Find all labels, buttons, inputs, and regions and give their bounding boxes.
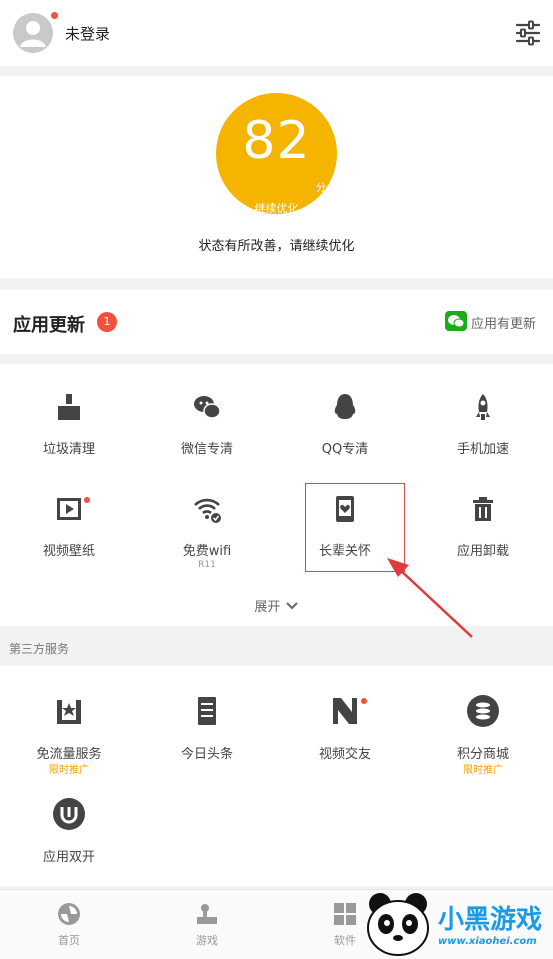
- chevron-down-icon: [285, 602, 298, 610]
- broom-icon: [58, 394, 80, 420]
- section-header: 第三方服务: [0, 628, 553, 666]
- trash-icon: [473, 497, 493, 521]
- tool-label: 手机加速: [456, 442, 509, 457]
- nav-games[interactable]: 游戏: [138, 890, 276, 959]
- site-watermark: 小黑游戏 www.xiaohei.com: [358, 890, 553, 959]
- score-subtitle: 继续优化: [254, 202, 299, 215]
- service-label: 积分商城: [456, 747, 509, 762]
- score-circle[interactable]: 82 分 继续优化: [216, 93, 337, 215]
- apps-icon: [334, 903, 356, 925]
- status-message: 状态有所改善，请继续优化: [198, 239, 355, 254]
- avatar[interactable]: [13, 13, 53, 53]
- wifi-ssid: R11: [198, 560, 216, 570]
- login-status[interactable]: 未登录: [65, 23, 110, 44]
- game-icon: [197, 904, 217, 924]
- tool-label: QQ专清: [321, 442, 369, 457]
- watermark-brand: 小黑游戏: [438, 905, 543, 935]
- update-status-text: 应用有更新: [471, 317, 537, 332]
- tool-label: 视频壁纸: [42, 544, 95, 559]
- tool-label: 微信专清: [180, 442, 233, 457]
- update-title: 应用更新: [13, 315, 85, 336]
- news-icon: [198, 697, 216, 725]
- service-points-mall[interactable]: 积分商城 限时推广: [414, 666, 552, 776]
- video-dating-icon: [333, 698, 357, 724]
- service-label: 免流量服务: [36, 747, 102, 762]
- tool-free-wifi[interactable]: 免费wifi R11: [138, 466, 276, 570]
- wifi-icon: [194, 498, 221, 523]
- new-dot: [361, 698, 367, 704]
- promo-tag: 限时推广: [463, 765, 503, 776]
- app-update-row[interactable]: 应用更新 1 应用有更新: [0, 290, 553, 354]
- panda-mascot-icon: [367, 893, 429, 956]
- wechat-icon: [194, 396, 221, 419]
- free-data-icon: [57, 700, 81, 724]
- wechat-icon: [445, 311, 467, 331]
- tool-junk-clean[interactable]: 垃圾清理: [0, 364, 138, 457]
- update-count-badge: 1: [97, 312, 117, 332]
- tool-video-wallpaper[interactable]: 视频壁纸: [0, 466, 138, 559]
- sliders-icon: [515, 20, 541, 46]
- score-value: 82: [242, 111, 311, 171]
- tool-label: 垃圾清理: [42, 442, 95, 457]
- tools-grid: 垃圾清理 微信专清 QQ专清 手机加速 视频壁纸 免费wifi R11 长辈关怀…: [0, 364, 553, 626]
- score-panel: 82 分 继续优化 状态有所改善，请继续优化: [0, 76, 553, 278]
- rocket-icon: [476, 394, 490, 420]
- notification-dot: [51, 12, 58, 19]
- nav-label: 首页: [58, 934, 80, 947]
- service-dual-app[interactable]: 应用双开: [0, 769, 138, 869]
- service-toutiao[interactable]: 今日头条: [138, 666, 276, 766]
- service-label: 应用双开: [42, 850, 95, 865]
- tool-wechat-clean[interactable]: 微信专清: [138, 364, 276, 457]
- points-mall-icon: [467, 695, 499, 727]
- qq-penguin-icon: [334, 394, 356, 419]
- score-unit: 分: [316, 183, 326, 194]
- tool-label: 免费wifi: [182, 544, 232, 559]
- dual-app-icon: [53, 798, 85, 830]
- service-label: 今日头条: [180, 747, 233, 762]
- service-video-dating[interactable]: 视频交友: [276, 666, 414, 766]
- expand-label: 展开: [254, 600, 281, 615]
- service-free-data[interactable]: 免流量服务 限时推广: [0, 666, 138, 776]
- nav-home[interactable]: 首页: [0, 890, 138, 959]
- nav-label: 游戏: [196, 934, 218, 947]
- watermark-url: www.xiaohei.com: [438, 936, 537, 947]
- annotation-highlight-box: [305, 483, 405, 572]
- services-grid: 免流量服务 限时推广 今日头条 视频交友 积分商城 限时推广 应用双开: [0, 666, 553, 886]
- service-label: 视频交友: [318, 747, 371, 762]
- new-dot: [84, 497, 90, 503]
- expand-button[interactable]: 展开: [0, 596, 553, 615]
- user-avatar-icon: [20, 21, 46, 47]
- tool-label: 应用卸载: [456, 544, 509, 559]
- settings-button[interactable]: [514, 20, 542, 46]
- tool-phone-boost[interactable]: 手机加速: [414, 364, 552, 457]
- section-title: 第三方服务: [9, 642, 70, 656]
- home-icon: [58, 903, 80, 925]
- tool-app-uninstall[interactable]: 应用卸载: [414, 466, 552, 559]
- tool-qq-clean[interactable]: QQ专清: [276, 364, 414, 457]
- top-bar: 未登录: [0, 0, 553, 66]
- video-wallpaper-icon: [57, 498, 81, 520]
